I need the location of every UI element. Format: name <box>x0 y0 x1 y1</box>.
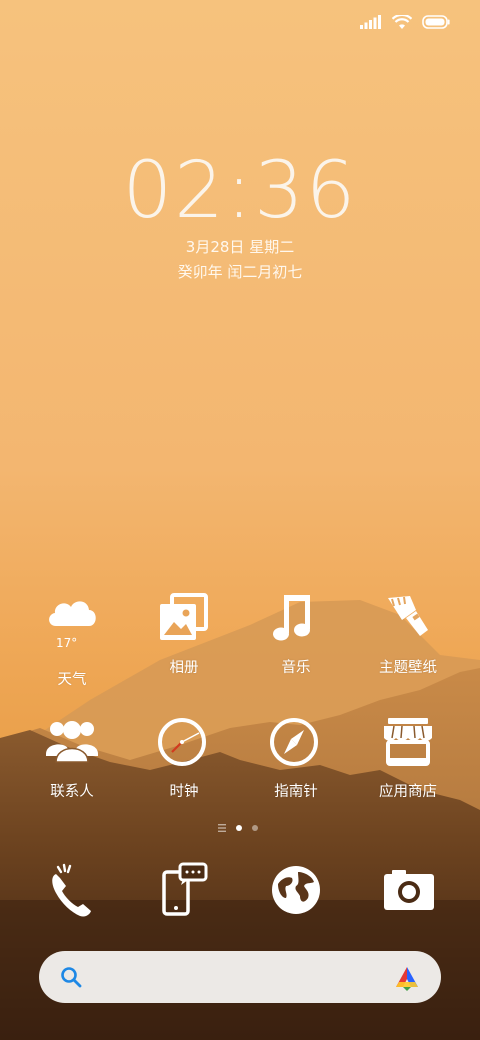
photo-album-icon <box>156 592 212 648</box>
app-music[interactable]: 音乐 <box>240 592 352 677</box>
app-weather-label: 天气 <box>57 672 87 688</box>
app-compass-label: 指南针 <box>274 784 318 800</box>
app-store-label: 应用商店 <box>379 784 437 800</box>
paint-brush-icon <box>380 592 436 648</box>
lunar-date-text: 癸卯年 闰二月初七 <box>177 263 303 281</box>
app-compass[interactable]: 指南针 <box>240 716 352 801</box>
messages-phone-icon <box>162 862 208 916</box>
app-music-label: 音乐 <box>281 660 311 676</box>
app-themes-label: 主题壁纸 <box>379 660 437 676</box>
app-gallery[interactable]: 相册 <box>128 592 240 677</box>
camera-icon <box>384 870 434 910</box>
clock-icon <box>156 716 212 772</box>
page-dot-1[interactable] <box>236 825 242 831</box>
app-clock[interactable]: 时钟 <box>128 716 240 801</box>
app-contacts[interactable]: 联系人 <box>16 716 128 801</box>
page-indicator[interactable] <box>218 824 258 832</box>
app-clock-label: 时钟 <box>169 784 199 800</box>
globe-icon <box>272 866 320 914</box>
search-bar[interactable] <box>39 951 441 1003</box>
status-bar <box>360 12 450 32</box>
search-icon[interactable] <box>59 965 83 989</box>
app-store[interactable]: 应用商店 <box>352 716 464 801</box>
weather-temperature: 17° <box>56 636 78 650</box>
music-note-icon <box>268 592 324 648</box>
battery-icon <box>422 15 450 29</box>
store-icon <box>380 716 436 772</box>
page-dot-2[interactable] <box>252 825 258 831</box>
phone-icon <box>52 863 91 917</box>
people-icon <box>44 716 100 772</box>
clock-time[interactable]: 02:36 <box>0 146 480 236</box>
wifi-icon <box>392 14 412 29</box>
app-themes[interactable]: 主题壁纸 <box>352 592 464 677</box>
list-view-icon[interactable] <box>218 824 226 832</box>
app-gallery-label: 相册 <box>169 660 199 676</box>
date-text[interactable]: 3月28日 星期二 <box>0 236 480 257</box>
app-contacts-label: 联系人 <box>50 784 94 800</box>
signal-bars-icon <box>360 15 381 29</box>
dock-camera[interactable] <box>376 860 440 924</box>
compass-icon <box>268 716 324 772</box>
dock-phone[interactable] <box>40 860 104 924</box>
dock-browser[interactable] <box>264 860 328 924</box>
assistant-logo-icon[interactable] <box>393 964 421 992</box>
dock-messages[interactable] <box>152 860 216 924</box>
